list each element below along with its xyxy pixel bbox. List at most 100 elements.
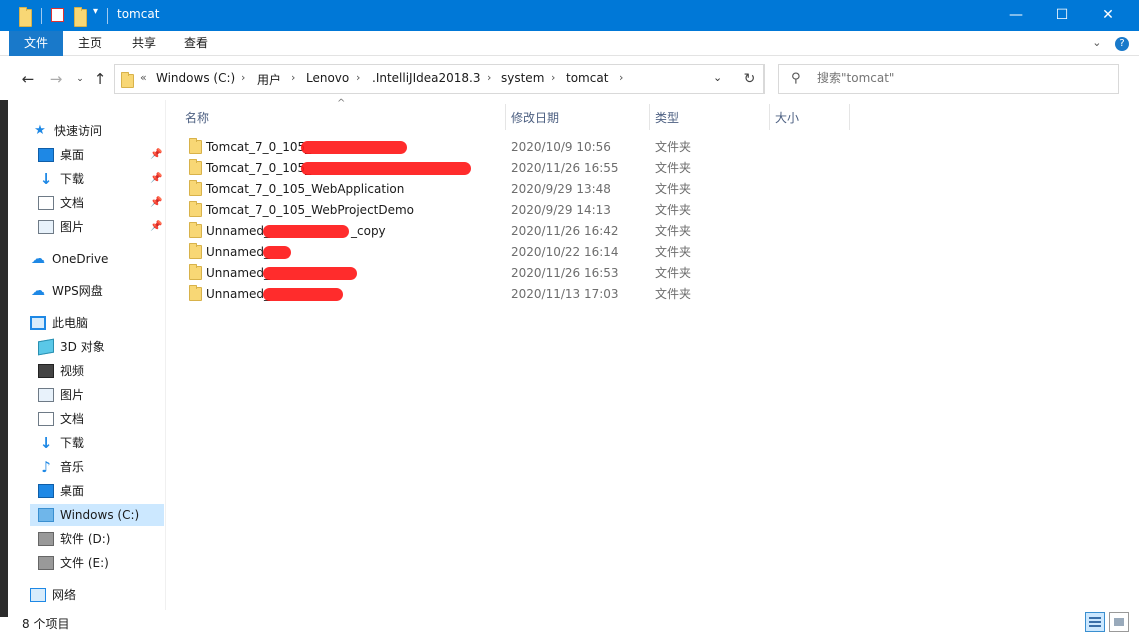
forward-arrow-icon[interactable]: →	[46, 69, 66, 89]
large-icons-view-button[interactable]	[1109, 612, 1129, 632]
nav-pc-music[interactable]: ♪ 音乐	[38, 456, 84, 478]
properties-icon[interactable]	[51, 8, 64, 22]
breadcrumb-intellij[interactable]: .IntelliJIdea2018.3	[372, 71, 480, 85]
breadcrumb-system[interactable]: system	[501, 71, 544, 85]
cloud-icon: ☁	[31, 250, 45, 267]
search-input[interactable]	[817, 71, 1107, 85]
nav-pc-videos[interactable]: 视频	[38, 360, 84, 382]
window-title: tomcat	[117, 7, 160, 21]
table-row[interactable]: Tomcat_7_0_105_ 2020/10/9 10:56 文件夹	[183, 137, 903, 158]
nav-pc-documents[interactable]: 文档	[38, 408, 84, 430]
file-type: 文件夹	[655, 182, 692, 196]
nav-this-pc[interactable]: 此电脑	[30, 312, 88, 334]
chevron-right-icon[interactable]: ›	[291, 71, 295, 84]
nav-wps[interactable]: ☁ WPS网盘	[30, 280, 103, 302]
nav-pc-drive-e[interactable]: 文件 (E:)	[38, 552, 109, 574]
file-date: 2020/11/13 17:03	[511, 287, 619, 301]
nav-quick-desktop[interactable]: 桌面 📌	[38, 144, 166, 166]
chevron-right-icon[interactable]: ›	[551, 71, 555, 84]
refresh-button[interactable]: ↻	[735, 64, 765, 94]
table-row[interactable]: Tomcat_7_0_105_ 2020/11/26 16:55 文件夹	[183, 158, 903, 179]
file-name: Tomcat_7_0_105_	[206, 140, 312, 154]
breadcrumb-tomcat[interactable]: tomcat	[566, 71, 608, 85]
address-dropdown-icon[interactable]: ⌄	[713, 71, 722, 84]
file-name: Unnamed_	[206, 245, 271, 259]
nav-onedrive[interactable]: ☁ OneDrive	[30, 248, 108, 270]
customize-toolbar-chevron-icon[interactable]: ▾	[93, 6, 98, 24]
search-box[interactable]: ⚲	[778, 64, 1119, 94]
back-arrow-icon[interactable]: ←	[18, 69, 38, 89]
chevron-right-icon[interactable]: ›	[487, 71, 491, 84]
title-separator	[41, 8, 42, 24]
pin-icon[interactable]: 📌	[150, 192, 162, 214]
expand-ribbon-icon[interactable]: ⌄	[1092, 36, 1101, 49]
nav-pc-pictures[interactable]: 图片	[38, 384, 84, 406]
breadcrumb-windows-c[interactable]: Windows (C:)	[156, 71, 235, 85]
network-icon	[30, 587, 46, 602]
recent-locations-chevron-icon[interactable]: ⌄	[70, 69, 90, 89]
maximize-button[interactable]: ☐	[1039, 0, 1085, 31]
status-bar: 8 个项目	[8, 610, 1139, 641]
ribbon-controls: ⌄ ?	[1092, 36, 1129, 51]
3d-objects-icon	[38, 338, 54, 355]
column-header-date[interactable]: 修改日期	[501, 106, 649, 130]
desktop-icon	[38, 483, 54, 498]
desktop-icon	[38, 147, 54, 162]
nav-pc-drive-d[interactable]: 软件 (D:)	[38, 528, 110, 550]
document-icon	[38, 195, 54, 210]
title-bar: ▾ tomcat — ☐ ✕	[0, 0, 1139, 31]
nav-pc-downloads[interactable]: ↓ 下载	[38, 432, 84, 454]
help-icon[interactable]: ?	[1115, 37, 1129, 51]
breadcrumb-lenovo[interactable]: Lenovo	[306, 71, 349, 85]
pin-icon[interactable]: 📌	[150, 144, 162, 166]
redaction-mark	[263, 267, 357, 280]
pictures-icon	[38, 219, 54, 234]
column-header-name[interactable]: 名称	[175, 106, 505, 130]
table-row[interactable]: Unnamed_ 2020/10/22 16:14 文件夹	[183, 242, 903, 263]
nav-quick-access[interactable]: ★ 快速访问	[32, 120, 102, 142]
file-type: 文件夹	[655, 266, 692, 280]
nav-network[interactable]: 网络	[30, 584, 76, 606]
nav-quick-downloads[interactable]: ↓ 下载 📌	[38, 168, 166, 190]
drive-icon	[38, 531, 54, 546]
column-divider[interactable]	[849, 104, 850, 130]
file-name: Unnamed_	[206, 224, 271, 238]
tab-share[interactable]: 共享	[124, 31, 164, 56]
file-date: 2020/11/26 16:42	[511, 224, 619, 238]
up-arrow-icon[interactable]: ↑	[90, 69, 110, 89]
chevron-right-icon[interactable]: ›	[241, 71, 245, 84]
table-row[interactable]: Tomcat_7_0_105_WebApplication 2020/9/29 …	[183, 179, 903, 200]
address-row: ← → ⌄ ↑ « Windows (C:) › 用户 › Lenovo › .…	[0, 57, 1139, 100]
file-type: 文件夹	[655, 224, 692, 238]
overflow-icon[interactable]: «	[140, 71, 147, 84]
details-view-button[interactable]	[1085, 612, 1105, 632]
tab-view[interactable]: 查看	[176, 31, 216, 56]
nav-pc-3d-objects[interactable]: 3D 对象	[38, 336, 105, 358]
nav-pc-desktop[interactable]: 桌面	[38, 480, 84, 502]
table-row[interactable]: Unnamed_ 2020/11/26 16:53 文件夹	[183, 263, 903, 284]
close-button[interactable]: ✕	[1085, 0, 1131, 31]
table-row[interactable]: Tomcat_7_0_105_WebProjectDemo 2020/9/29 …	[183, 200, 903, 221]
nav-quick-pictures[interactable]: 图片 📌	[38, 216, 166, 238]
tab-home[interactable]: 主页	[70, 31, 110, 56]
new-folder-icon[interactable]	[74, 7, 87, 27]
breadcrumb-users[interactable]: 用户	[257, 71, 281, 88]
minimize-button[interactable]: —	[993, 0, 1039, 31]
chevron-right-icon[interactable]: ›	[619, 71, 623, 84]
nav-pc-windows-c[interactable]: Windows (C:)	[30, 504, 164, 526]
title-separator	[107, 8, 108, 24]
chevron-right-icon[interactable]: ›	[356, 71, 360, 84]
nav-quick-documents[interactable]: 文档 📌	[38, 192, 166, 214]
tab-file[interactable]: 文件	[9, 31, 63, 56]
download-icon: ↓	[39, 433, 53, 452]
column-header-type[interactable]: 类型	[645, 106, 765, 130]
file-name: Tomcat_7_0_105_	[206, 161, 312, 175]
file-type: 文件夹	[655, 161, 692, 175]
table-row[interactable]: Unnamed_ 2020/11/13 17:03 文件夹	[183, 284, 903, 305]
column-header-size[interactable]: 大小	[765, 106, 847, 130]
pin-icon[interactable]: 📌	[150, 216, 162, 238]
file-type: 文件夹	[655, 287, 692, 301]
table-row[interactable]: Unnamed_ _copy 2020/11/26 16:42 文件夹	[183, 221, 903, 242]
pin-icon[interactable]: 📌	[150, 168, 162, 190]
address-bar[interactable]: « Windows (C:) › 用户 › Lenovo › .IntelliJ…	[114, 64, 764, 94]
